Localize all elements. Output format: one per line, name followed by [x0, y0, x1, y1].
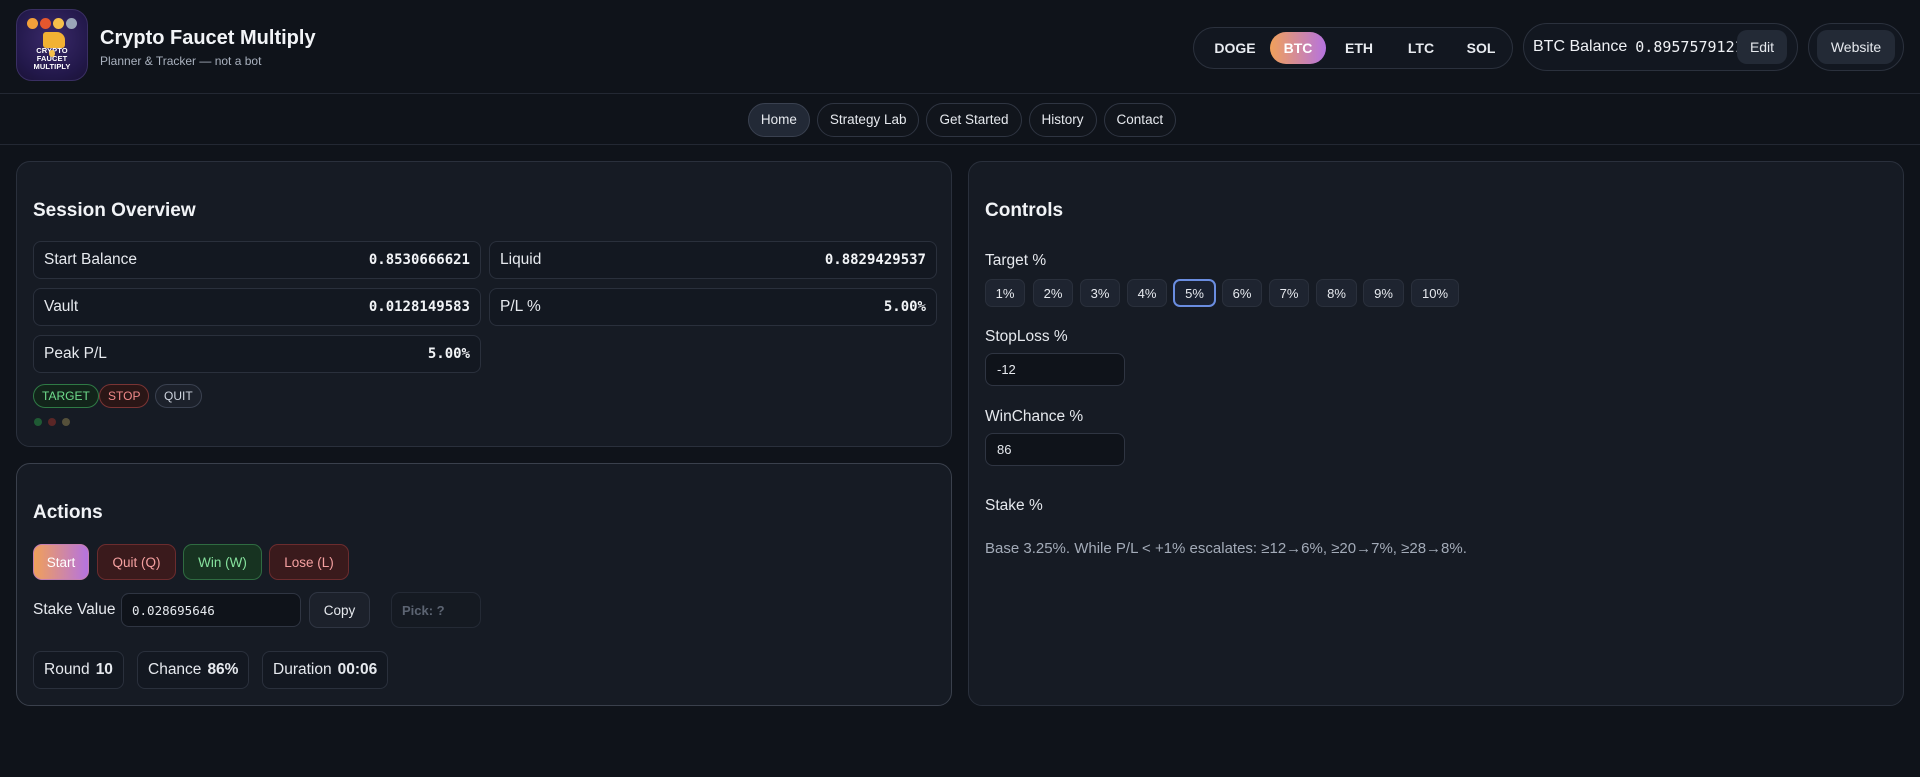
- target-percent-label: Target %: [985, 252, 1047, 269]
- target-option-9[interactable]: 9%: [1363, 279, 1404, 307]
- peak-pl-label: Peak P/L: [44, 345, 107, 362]
- nav-history[interactable]: History: [1028, 102, 1097, 137]
- lose-button[interactable]: Lose (L): [269, 544, 349, 580]
- quit-indicator-dot: [62, 418, 70, 426]
- faucet-icon: [43, 32, 65, 48]
- stoploss-label: StopLoss %: [985, 328, 1068, 345]
- start-balance-value: 0.8530666621: [368, 252, 470, 268]
- nav-contact[interactable]: Contact: [1103, 102, 1177, 137]
- chance-label: Chance: [148, 661, 202, 678]
- coin-tab-ltc[interactable]: LTC: [1392, 32, 1450, 64]
- session-overview-title: Session Overview: [33, 200, 196, 221]
- target-option-10[interactable]: 10%: [1411, 279, 1459, 307]
- start-balance-stat: Start Balance 0.8530666621: [33, 241, 481, 279]
- chance-value: 86%: [207, 661, 239, 678]
- stake-value-label: Stake Value: [33, 601, 116, 618]
- pl-stat: P/L % 5.00%: [489, 288, 937, 326]
- target-option-3[interactable]: 3%: [1080, 279, 1120, 307]
- target-option-8[interactable]: 8%: [1316, 279, 1357, 307]
- win-button[interactable]: Win (W): [183, 544, 262, 580]
- website-button[interactable]: Website: [1817, 30, 1895, 64]
- balance-display: BTC Balance 0.8957579121 Edit: [1523, 23, 1798, 71]
- session-overview-panel: Session Overview Start Balance 0.8530666…: [16, 161, 952, 447]
- app-title: Crypto Faucet Multiply: [100, 27, 316, 49]
- pl-label: P/L %: [500, 298, 541, 315]
- stoploss-input[interactable]: -12: [985, 353, 1125, 386]
- coin-tab-sol[interactable]: SOL: [1450, 32, 1512, 64]
- actions-panel: Actions Start Quit (Q) Win (W) Lose (L) …: [16, 463, 952, 706]
- coin-tab-btc[interactable]: BTC: [1270, 32, 1326, 64]
- app-subtitle: Planner & Tracker — not a bot: [100, 54, 262, 68]
- app-logo: CRYPTO FAUCET MULTIPLY: [16, 9, 88, 81]
- logo-coins: [27, 18, 77, 29]
- vault-label: Vault: [44, 298, 79, 315]
- chance-stat: Chance 86%: [137, 651, 250, 689]
- round-value: 10: [95, 661, 113, 678]
- edit-balance-button[interactable]: Edit: [1737, 30, 1787, 64]
- stop-status-pill: STOP: [99, 384, 150, 408]
- target-option-2[interactable]: 2%: [1033, 279, 1073, 307]
- main-nav: Home Strategy Lab Get Started History Co…: [0, 95, 1920, 145]
- coin-tab-doge[interactable]: DOGE: [1200, 32, 1270, 64]
- round-label: Round: [44, 661, 90, 678]
- target-option-6[interactable]: 6%: [1222, 279, 1262, 307]
- peak-pl-value: 5.00%: [427, 346, 470, 362]
- winchance-label: WinChance %: [985, 408, 1084, 425]
- pl-value: 5.00%: [883, 299, 926, 315]
- duration-stat: Duration 00:06: [262, 651, 389, 689]
- peak-pl-stat: Peak P/L 5.00%: [33, 335, 481, 373]
- stop-indicator-dot: [48, 418, 56, 426]
- coin-selector: DOGE BTC ETH LTC SOL: [1193, 27, 1513, 69]
- target-option-1[interactable]: 1%: [985, 279, 1025, 307]
- controls-title: Controls: [985, 200, 1064, 221]
- balance-value: 0.8957579121: [1635, 38, 1744, 56]
- target-option-5[interactable]: 5%: [1173, 279, 1216, 307]
- nav-home[interactable]: Home: [747, 102, 810, 137]
- start-balance-label: Start Balance: [44, 251, 138, 268]
- website-button-wrap: Website: [1808, 23, 1904, 71]
- vault-stat: Vault 0.0128149583: [33, 288, 481, 326]
- target-status-pill: TARGET: [33, 384, 99, 408]
- target-indicator-dot: [34, 418, 42, 426]
- winchance-input[interactable]: 86: [985, 433, 1125, 466]
- liquid-value: 0.8829429537: [824, 252, 926, 268]
- nav-strategy-lab[interactable]: Strategy Lab: [816, 102, 920, 137]
- drop-icon: [49, 50, 55, 57]
- round-stat: Round 10: [33, 651, 124, 689]
- nav-get-started[interactable]: Get Started: [926, 102, 1022, 137]
- coin-tab-eth[interactable]: ETH: [1326, 32, 1392, 64]
- brand: Crypto Faucet Multiply Planner & Tracker…: [100, 27, 316, 68]
- quit-status-pill: QUIT: [155, 384, 202, 408]
- duration-label: Duration: [273, 661, 332, 678]
- balance-label: BTC Balance: [1533, 38, 1628, 55]
- app-header: CRYPTO FAUCET MULTIPLY Crypto Faucet Mul…: [0, 0, 1920, 94]
- target-option-7[interactable]: 7%: [1269, 279, 1309, 307]
- liquid-label: Liquid: [500, 251, 542, 268]
- duration-value: 00:06: [337, 661, 378, 678]
- target-option-4[interactable]: 4%: [1127, 279, 1167, 307]
- stake-escalation-note: Base 3.25%. While P/L < +1% escalates: ≥…: [985, 540, 1467, 557]
- start-button[interactable]: Start: [33, 544, 89, 580]
- stake-percent-label: Stake %: [985, 497, 1043, 514]
- vault-value: 0.0128149583: [368, 299, 470, 315]
- copy-button[interactable]: Copy: [309, 592, 370, 628]
- actions-title: Actions: [33, 502, 103, 523]
- stake-value-input[interactable]: 0.028695646: [121, 593, 301, 627]
- pick-indicator: Pick: ?: [391, 592, 481, 628]
- quit-button[interactable]: Quit (Q): [97, 544, 176, 580]
- liquid-stat: Liquid 0.8829429537: [489, 241, 937, 279]
